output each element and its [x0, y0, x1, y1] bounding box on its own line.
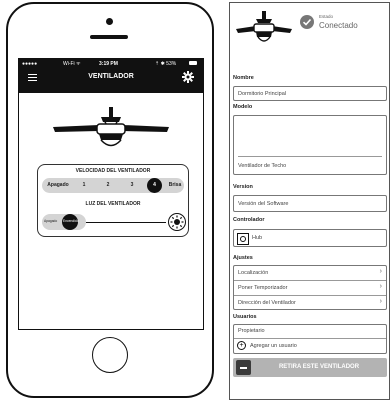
speed-2[interactable]: 2: [102, 178, 114, 193]
name-field[interactable]: Dormitorio Principal: [233, 86, 387, 101]
chevron-right-icon: ›: [379, 298, 382, 305]
status-value: Conectado: [319, 21, 358, 30]
home-button[interactable]: [92, 337, 128, 373]
version-field[interactable]: Versión del Software: [233, 195, 387, 212]
speed-title: VELOCIDAD DEL VENTILADOR: [75, 168, 151, 174]
settings-panel: Estado Conectado Nombre Dormitorio Princ…: [229, 2, 390, 400]
sun-icon[interactable]: [168, 213, 186, 231]
version-value: Versión del Software: [238, 201, 289, 207]
phone-frame: ●●●●● Wi-Fi ᯤ 3:19 PM ⇡ ✱ 53% VENTILADOR: [6, 2, 214, 398]
speed-1[interactable]: 1: [78, 178, 90, 193]
app-header: ●●●●● Wi-Fi ᯤ 3:19 PM ⇡ ✱ 53% VENTILADOR: [19, 59, 203, 93]
settings-item-timer[interactable]: Poner Temporizador ›: [234, 281, 386, 295]
model-field[interactable]: Ventilador de Techo: [233, 115, 387, 175]
add-user-label: Agregar un usuario: [250, 343, 297, 349]
ceiling-fan-icon: [236, 11, 292, 42]
plus-icon: +: [237, 341, 246, 350]
battery-icon: [189, 61, 197, 65]
light-dimmer[interactable]: Apagado Encendido: [42, 213, 186, 231]
controller-value: Hub: [252, 235, 263, 241]
settings-item-direction[interactable]: Dirección del Ventilador ›: [234, 296, 386, 310]
speed-4-selected[interactable]: 4: [147, 178, 162, 193]
settings-item-label: Poner Temporizador: [238, 285, 288, 291]
light-on-label: Encendido: [63, 219, 79, 223]
controller-label: Controlador: [233, 217, 265, 223]
dimmer-track[interactable]: [86, 222, 166, 223]
hub-icon: [237, 233, 249, 245]
minus-icon: [236, 360, 251, 375]
users-label: Usuarios: [233, 314, 257, 320]
settings-item-label: Dirección del Ventilador: [238, 300, 296, 306]
user-owner-label: Propietario: [238, 328, 265, 334]
remove-fan-button[interactable]: RETIRA ESTE VENTILADOR: [233, 358, 387, 377]
settings-label: Ajustes: [233, 255, 253, 261]
gear-icon[interactable]: [182, 71, 194, 83]
remove-fan-label: RETIRA ESTE VENTILADOR: [278, 364, 360, 370]
speed-selector[interactable]: Apagado 1 2 3 4 Brisa: [42, 178, 184, 193]
version-label: Version: [233, 184, 253, 190]
camera-dot: [106, 18, 113, 25]
model-label: Modelo: [233, 104, 253, 110]
speed-off[interactable]: Apagado: [44, 178, 72, 193]
ceiling-fan-icon: [53, 107, 169, 147]
settings-item-label: Localización: [238, 270, 269, 276]
light-off-label: Apagado: [44, 219, 58, 223]
battery-indicator: ⇡ ✱ 53%: [155, 61, 177, 67]
wifi-indicator: Wi-Fi ᯤ: [63, 61, 81, 67]
fan-control-card: VELOCIDAD DEL VENTILADOR Apagado 1 2 3 4…: [37, 164, 189, 237]
status-label: Estado: [319, 14, 334, 19]
add-user-button[interactable]: + Agregar un usuario: [234, 339, 386, 353]
name-label: Nombre: [233, 75, 254, 81]
users-list: Propietario + Agregar un usuario: [233, 324, 387, 354]
user-owner[interactable]: Propietario: [234, 325, 386, 338]
light-title: LUZ DEL VENTILADOR: [85, 201, 141, 207]
speed-3[interactable]: 3: [126, 178, 138, 193]
model-divider: [238, 156, 382, 157]
settings-list: Localización › Poner Temporizador › Dire…: [233, 265, 387, 310]
controller-field[interactable]: Hub: [233, 229, 387, 247]
check-icon: [300, 15, 314, 29]
page-title: VENTILADOR: [88, 73, 134, 80]
settings-item-location[interactable]: Localización ›: [234, 266, 386, 280]
signal-strength: ●●●●●: [22, 61, 38, 67]
model-value: Ventilador de Techo: [238, 163, 287, 169]
chevron-right-icon: ›: [379, 268, 382, 275]
name-value: Dormitorio Principal: [238, 91, 286, 97]
chevron-right-icon: ›: [379, 283, 382, 290]
phone-screen: ●●●●● Wi-Fi ᯤ 3:19 PM ⇡ ✱ 53% VENTILADOR: [18, 58, 204, 330]
status-time: 3:19 PM: [99, 61, 118, 67]
speaker-slot: [90, 35, 128, 39]
speed-breeze[interactable]: Brisa: [166, 178, 184, 193]
